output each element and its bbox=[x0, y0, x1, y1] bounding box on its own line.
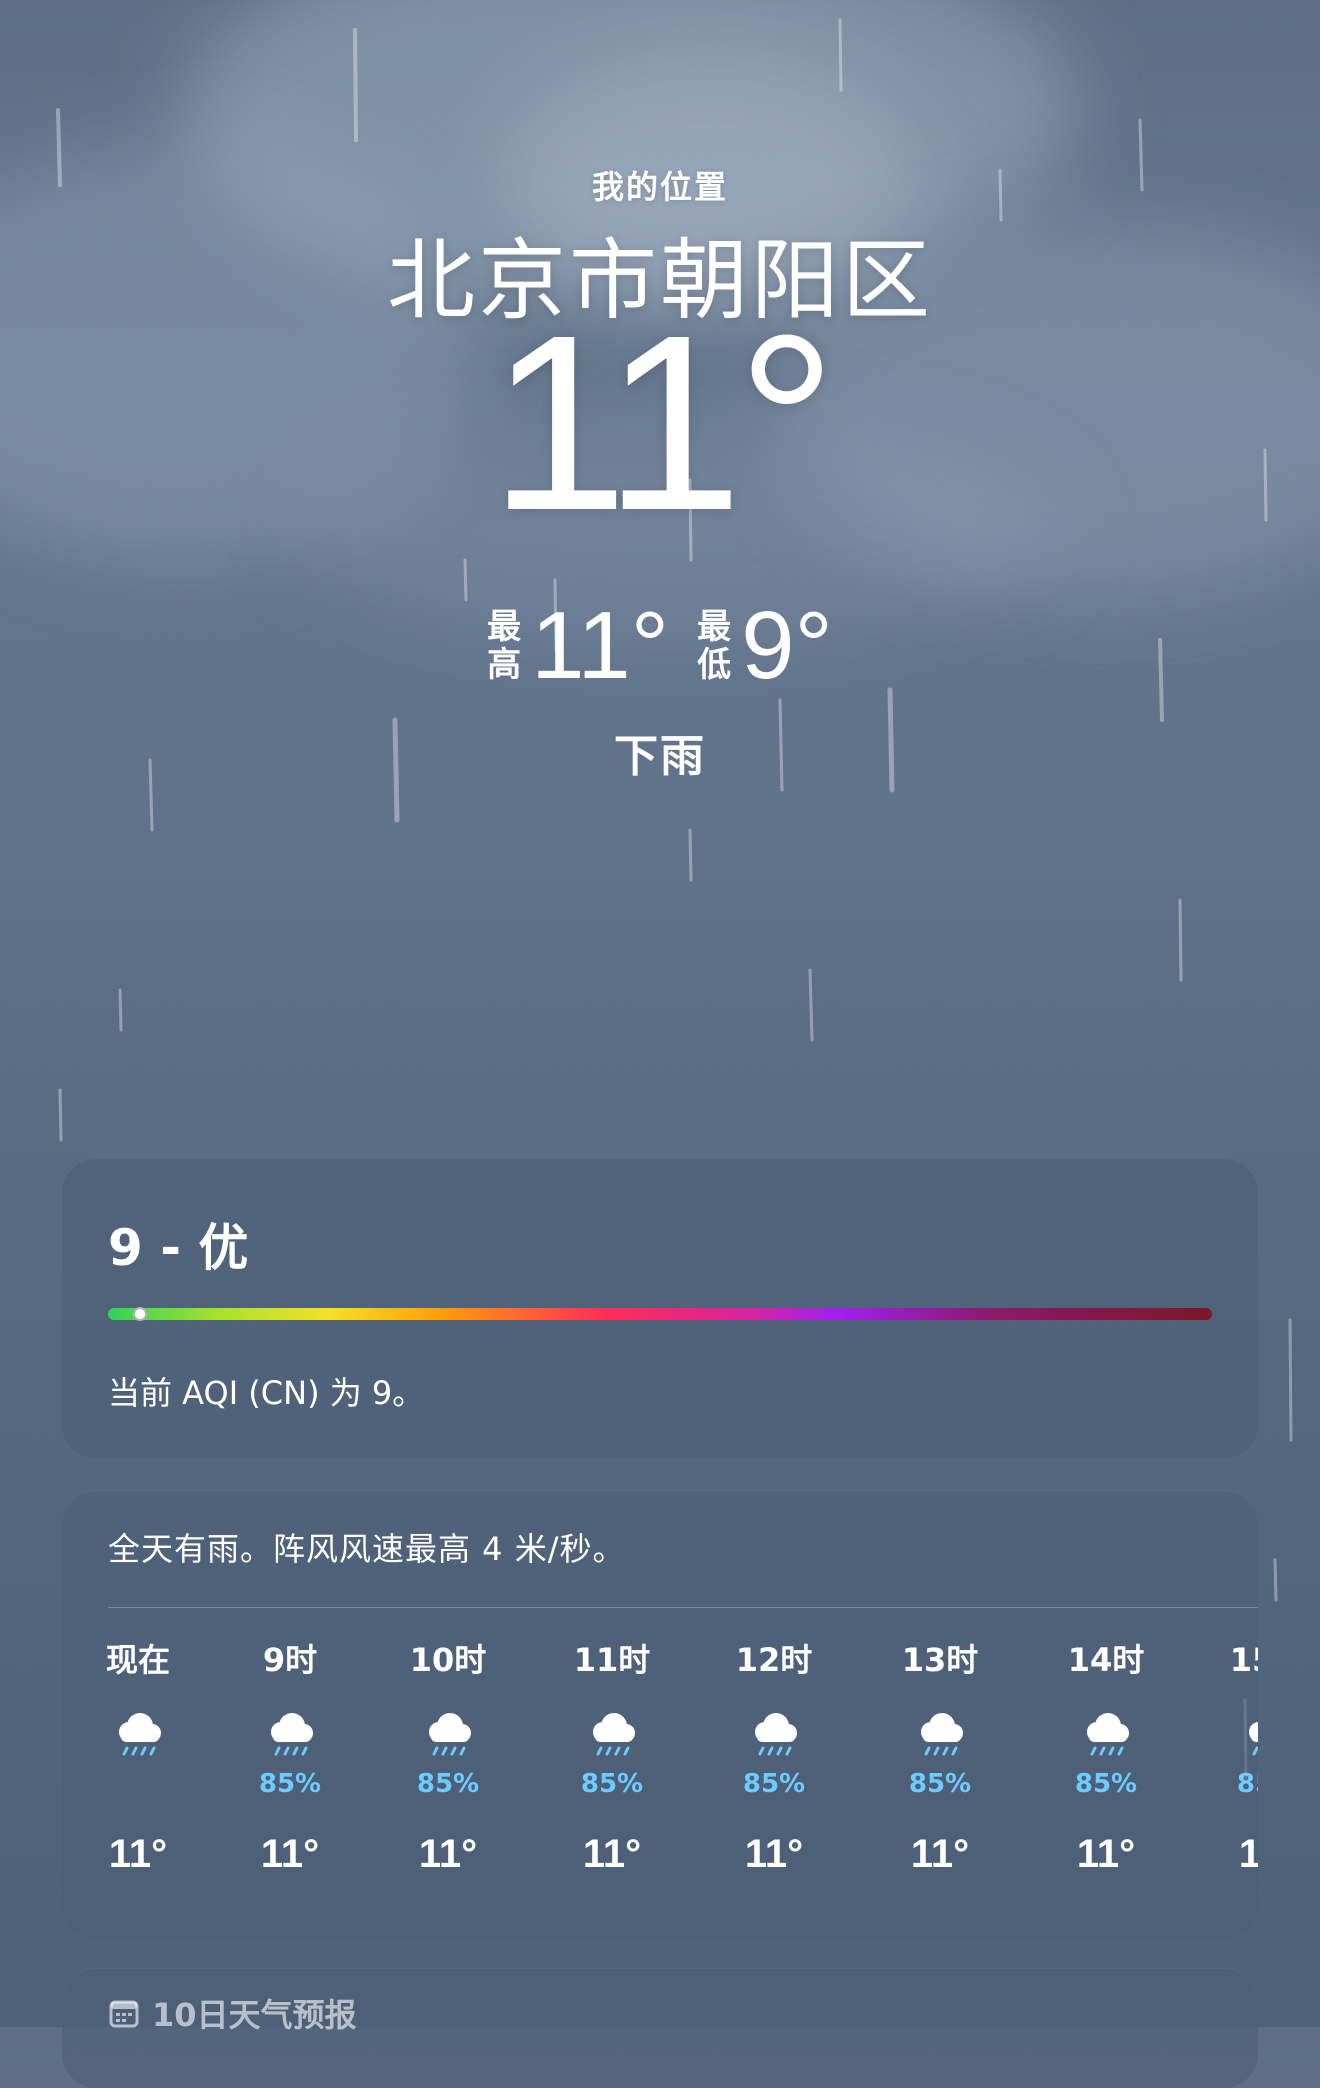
low-label: 最 低 bbox=[697, 607, 732, 685]
high-label: 最 高 bbox=[487, 607, 522, 685]
aqi-indicator-dot bbox=[133, 1307, 148, 1321]
daily-summary: 全天有雨。阵风风速最高 4 米/秒。 bbox=[108, 1530, 626, 1568]
low-temperature: 最 低 9° bbox=[697, 598, 833, 694]
rain-cloud-icon bbox=[921, 1713, 963, 1756]
hourly-time: 13时 bbox=[901, 1641, 979, 1679]
hourly-time: 9时 bbox=[262, 1641, 318, 1679]
hourly-time: 10时 bbox=[409, 1641, 487, 1679]
ten-day-forecast-title: 10日天气预报 bbox=[152, 1996, 357, 2034]
hourly-temperature: 11° bbox=[418, 1832, 478, 1876]
rain-cloud-icon bbox=[593, 1713, 635, 1756]
aqi-value: 9 - 优 bbox=[108, 1219, 249, 1277]
rain-cloud-icon bbox=[1249, 1721, 1258, 1756]
precipitation-probability: 85% bbox=[908, 1769, 972, 1799]
hourly-item: 现在 11° bbox=[78, 1640, 198, 1877]
hourly-item: 9时 85% 11° bbox=[230, 1640, 350, 1877]
weather-condition: 下雨 bbox=[614, 731, 706, 782]
precipitation-probability: 85% bbox=[416, 1769, 480, 1799]
hourly-item: 10时 85% 11° bbox=[388, 1640, 508, 1877]
hourly-item: 15时 85% 11° bbox=[1208, 1640, 1258, 1877]
hourly-item: 11时 85% 11° bbox=[552, 1640, 672, 1877]
hourly-temperature: 11° bbox=[1238, 1832, 1258, 1876]
hourly-temperature: 11° bbox=[108, 1832, 168, 1876]
hourly-item: 12时 85% 11° bbox=[714, 1640, 834, 1877]
hourly-temperature: 11° bbox=[582, 1832, 642, 1876]
aqi-description: 当前 AQI (CN) 为 9。 bbox=[108, 1374, 425, 1412]
high-value: 11° bbox=[531, 592, 670, 699]
hourly-time: 14时 bbox=[1067, 1641, 1145, 1679]
current-temperature: 11° bbox=[489, 283, 837, 562]
precipitation-probability: 85% bbox=[580, 1769, 644, 1799]
hourly-item: 14时 85% 11° bbox=[1046, 1640, 1166, 1877]
hourly-time: 12时 bbox=[735, 1641, 813, 1679]
high-temperature: 最 高 11° bbox=[487, 598, 669, 694]
rain-cloud-icon bbox=[755, 1713, 797, 1756]
hourly-temperature: 11° bbox=[910, 1832, 970, 1876]
precipitation-probability: 85% bbox=[1074, 1769, 1138, 1799]
hourly-time: 15时 bbox=[1229, 1641, 1258, 1679]
high-low-temperatures: 最 高 11° 最 低 9° bbox=[0, 598, 1320, 694]
aqi-scale-bar bbox=[108, 1308, 1212, 1320]
hourly-forecast-card[interactable]: 全天有雨。阵风风速最高 4 米/秒。 现在 11° 9时 85% 11° 10时 bbox=[62, 1490, 1258, 1938]
precipitation-probability: 85% bbox=[258, 1769, 322, 1799]
hourly-temperature: 11° bbox=[744, 1832, 804, 1876]
hourly-time: 现在 bbox=[105, 1641, 170, 1679]
calendar-icon bbox=[109, 2000, 139, 2028]
rain-icon bbox=[119, 1713, 161, 1756]
hourly-temperature: 11° bbox=[1076, 1832, 1136, 1876]
divider bbox=[108, 1607, 1258, 1608]
hourly-item: 13时 85% 11° bbox=[880, 1640, 1000, 1877]
location-label: 我的位置 bbox=[591, 168, 728, 206]
hourly-temperature: 11° bbox=[260, 1832, 320, 1876]
precipitation-probability bbox=[78, 1768, 198, 1800]
ten-day-forecast-header: 10日天气预报 bbox=[108, 1990, 357, 2036]
rain-cloud-icon bbox=[429, 1713, 471, 1756]
low-value: 9° bbox=[741, 592, 833, 699]
hourly-time: 11时 bbox=[573, 1641, 651, 1679]
rain-cloud-icon bbox=[1087, 1713, 1129, 1756]
ten-day-forecast-card[interactable]: 10日天气预报 bbox=[62, 1968, 1258, 2088]
rain-cloud-icon bbox=[271, 1713, 313, 1756]
precipitation-probability: 85% bbox=[742, 1769, 806, 1799]
precipitation-probability: 85% bbox=[1236, 1769, 1258, 1799]
